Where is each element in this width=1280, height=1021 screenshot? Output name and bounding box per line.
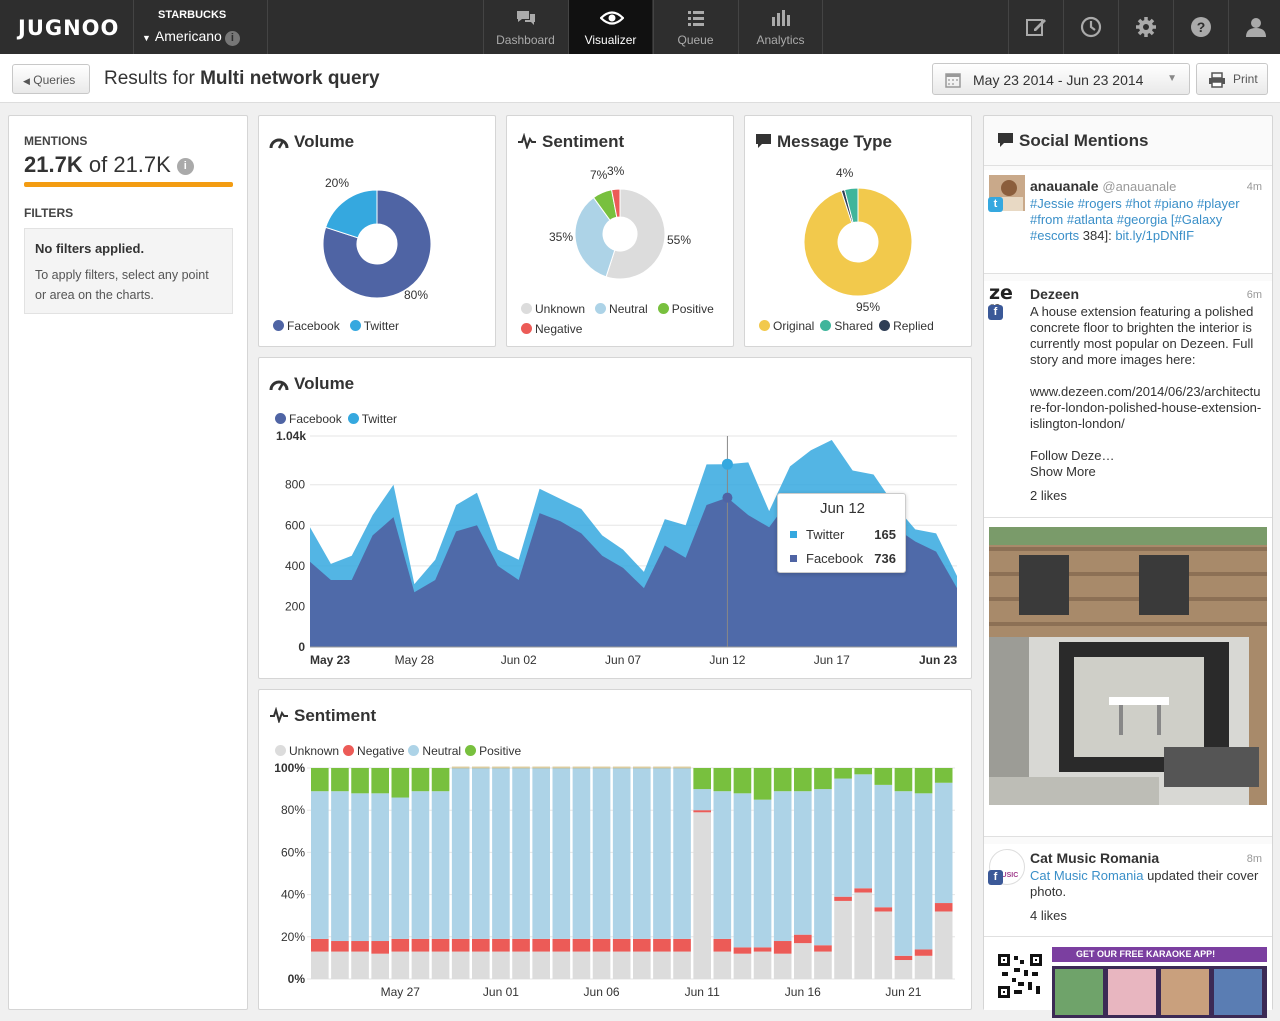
legend-item-neutral[interactable]: Neutral — [408, 744, 461, 758]
legend-item-negative[interactable]: Negative — [343, 744, 404, 758]
tooltip-value: 165 — [874, 527, 896, 542]
tooltip-series-name: Facebook — [806, 551, 864, 566]
author-handle: @anauanale — [1102, 179, 1177, 194]
banner-photo — [1055, 969, 1103, 1015]
twitter-icon: t — [988, 197, 1003, 212]
banner-photo — [1161, 969, 1209, 1015]
banner-photos — [1052, 966, 1267, 1018]
legend-swatch — [275, 745, 286, 756]
post-text: 384]: — [1082, 228, 1112, 243]
legend-item-unknown[interactable]: Unknown — [275, 744, 339, 758]
show-more-link[interactable]: Show More — [1030, 464, 1262, 480]
chart-tooltip: Jun 12 Twitter 165 Facebook 736 — [777, 493, 906, 573]
legend-label: Unknown — [289, 744, 340, 758]
post-link[interactable]: bit.ly/1pDNfIF — [1115, 228, 1194, 243]
divider — [984, 517, 1272, 518]
y-tick-label: 200 — [285, 599, 305, 613]
social-post[interactable]: MUSIC f Cat Music Romania 8m Cat Music R… — [984, 844, 1272, 1018]
qr-code-image — [998, 954, 1042, 998]
x-tick-label: Jun 07 — [605, 653, 641, 667]
social-post[interactable]: t anauanale @anauanale 4m #Jessie #roger… — [984, 170, 1272, 274]
post-time: 6m — [1246, 289, 1262, 301]
legend-swatch — [343, 745, 355, 756]
post-body: #Jessie #rogers #hot #piano #player #fro… — [1030, 196, 1262, 244]
y-tick-label: 1.04k — [276, 429, 306, 443]
x-tick-label: May 28 — [395, 653, 435, 667]
post-photo[interactable] — [989, 527, 1267, 805]
panel-title-text: Social Mentions — [1019, 131, 1149, 150]
tooltip-row-facebook: Facebook 736 — [790, 551, 896, 566]
sentiment-bar-panel: Sentiment Unknown Negative Neutral Positive — [258, 689, 972, 1010]
x-tick-label: Jun 12 — [709, 653, 745, 667]
tooltip-title: Jun 12 — [819, 500, 866, 517]
author-name: anauanale — [1030, 178, 1099, 194]
legend-label: Positive — [479, 744, 522, 758]
banner-photo — [1214, 969, 1262, 1015]
pulse-icon — [270, 706, 288, 725]
legend-swatch — [465, 745, 477, 756]
post-author[interactable]: Dezeen — [1030, 286, 1079, 302]
tooltip-value: 736 — [874, 551, 896, 566]
x-tick-label: May 23 — [310, 653, 350, 667]
facebook-icon: f — [988, 305, 1003, 320]
sentiment-bar-legend: Unknown Negative Neutral Positive — [275, 744, 531, 758]
post-likes: 2 likes — [1030, 488, 1067, 503]
panel-title-text: Sentiment — [294, 706, 377, 725]
divider — [984, 936, 1272, 937]
post-follow-text: Follow Deze… — [1030, 448, 1115, 463]
tooltip-row-twitter: Twitter 165 — [790, 527, 896, 542]
post-time: 8m — [1246, 853, 1262, 865]
x-tick-label: Jun 02 — [501, 653, 537, 667]
speech-bubble-icon — [998, 133, 1013, 147]
social-mentions-title: Social Mentions — [997, 131, 1148, 151]
post-link[interactable]: www.dezeen.com/2014/06/23/architecture-f… — [1030, 384, 1262, 432]
legend-swatch — [408, 745, 420, 756]
legend-label: Neutral — [422, 744, 462, 758]
post-author[interactable]: Cat Music Romania — [1030, 850, 1159, 866]
legend-item-positive[interactable]: Positive — [465, 744, 521, 758]
post-body: Cat Music Romania updated their cover ph… — [1030, 868, 1262, 900]
panel-title: Sentiment — [269, 706, 376, 726]
divider — [984, 165, 1272, 166]
post-likes: 4 likes — [1030, 908, 1067, 923]
y-tick-label: 0 — [298, 640, 305, 654]
hover-point-twitter[interactable] — [721, 458, 733, 470]
karaoke-app-banner[interactable]: GET OUR FREE KARAOKE APP! — [1052, 947, 1267, 962]
facebook-icon: f — [988, 870, 1003, 885]
y-tick-label: 800 — [285, 478, 305, 492]
legend-label: Negative — [357, 744, 405, 758]
page-link[interactable]: Cat Music Romania — [1030, 868, 1143, 883]
tooltip-series-name: Twitter — [806, 527, 845, 542]
y-tick-label: 600 — [285, 518, 305, 532]
x-tick-label: Jun 23 — [919, 653, 957, 667]
post-time: 4m — [1246, 181, 1262, 193]
post-author[interactable]: anauanale @anauanale — [1030, 178, 1176, 194]
tooltip-swatch — [790, 555, 797, 562]
post-body: A house extension featuring a polished c… — [1030, 304, 1254, 367]
y-tick-label: 400 — [285, 559, 305, 573]
x-tick-label: Jun 17 — [814, 653, 850, 667]
hover-point-facebook[interactable] — [722, 492, 733, 503]
banner-photo — [1108, 969, 1156, 1015]
social-post[interactable]: ze n f Dezeen 6m A house extension featu… — [984, 281, 1272, 837]
tooltip-swatch — [790, 531, 797, 538]
